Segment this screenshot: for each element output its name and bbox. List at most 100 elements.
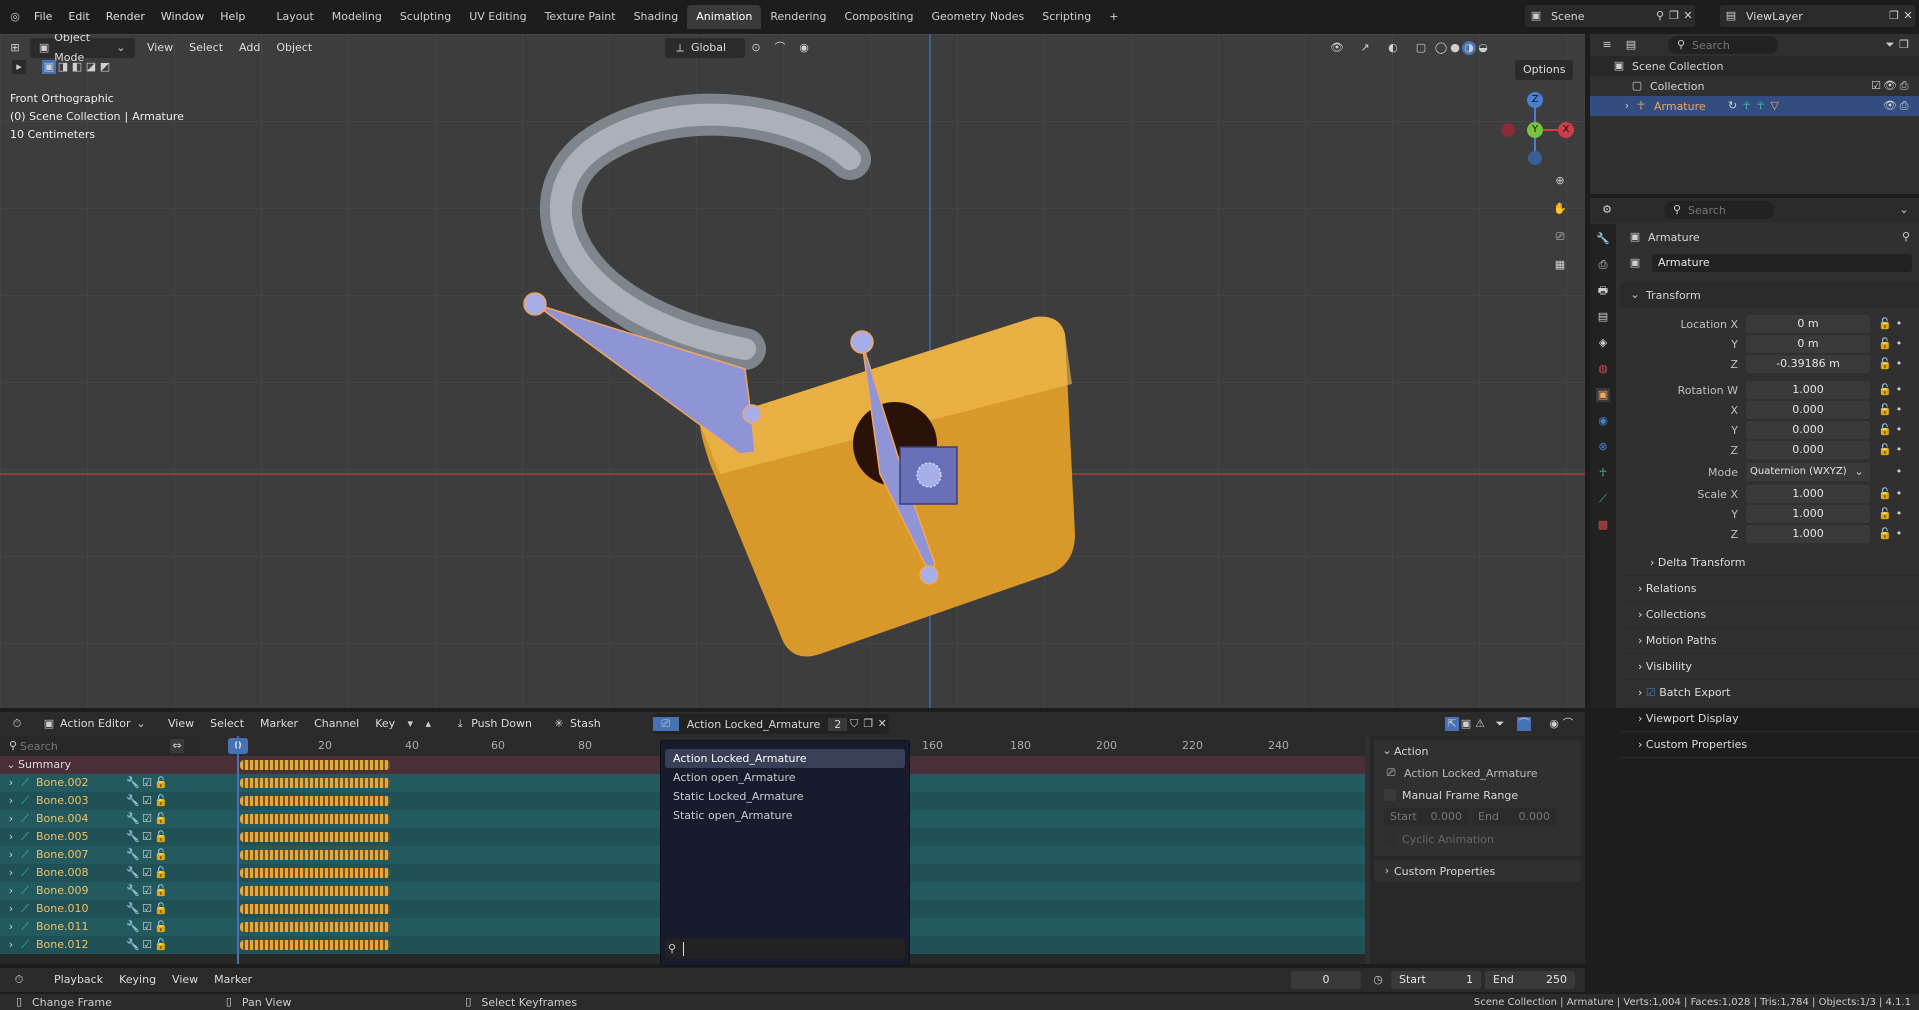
timeline-editor-icon[interactable]: ⏱ <box>12 973 26 987</box>
scale-x-field[interactable]: 1.000 <box>1746 485 1870 503</box>
lock-icon[interactable]: 🔓 <box>1878 443 1892 457</box>
wrench-icon[interactable]: 🔧 <box>126 830 140 844</box>
cyclic-row[interactable]: Cyclic Animation <box>1374 828 1581 850</box>
keyframe-dot-icon[interactable]: • <box>1892 465 1906 479</box>
tab-geometry-nodes[interactable]: Geometry Nodes <box>922 5 1033 29</box>
channel-row[interactable]: › ⟋ Bone.007 🔧 ☑ 🔓 <box>0 846 200 864</box>
lock-icon[interactable]: 🔓 <box>1878 337 1892 351</box>
keyframe-dot-icon[interactable]: • <box>1892 507 1906 521</box>
new-scene-icon[interactable]: ❐ <box>1667 9 1681 23</box>
new-collection-icon[interactable]: ❐ <box>1897 38 1911 52</box>
transform-orientation[interactable]: ⟂ Global <box>665 38 745 58</box>
grid-view-icon[interactable]: ▦ <box>1553 258 1567 272</box>
current-frame-field[interactable]: 0 <box>1291 971 1361 989</box>
summary-channel[interactable]: ⌄ Summary <box>0 756 200 774</box>
lock-icon[interactable]: 🔓 <box>154 902 168 916</box>
pivot-icon[interactable]: ⊙ <box>749 41 763 55</box>
wrench-icon[interactable]: 🔧 <box>126 866 140 880</box>
scale-y-field[interactable]: 1.000 <box>1746 505 1870 523</box>
pan-hand-icon[interactable]: ✋ <box>1553 202 1567 216</box>
render-icon[interactable]: ⎙ <box>1897 99 1911 113</box>
visibility-icon[interactable]: 👁 <box>1330 41 1344 55</box>
lock-icon[interactable]: 🔓 <box>1878 383 1892 397</box>
material-shading-icon[interactable]: ◑ <box>1462 41 1476 55</box>
tool-tab-icon[interactable]: 🔧 <box>1596 232 1610 246</box>
tab-scripting[interactable]: Scripting <box>1033 5 1100 29</box>
menu-render[interactable]: Render <box>98 5 153 29</box>
keyframe-dot-icon[interactable]: • <box>1892 527 1906 541</box>
select-subtract-icon[interactable]: ◧ <box>70 60 84 74</box>
mute-checkbox-icon[interactable]: ☑ <box>140 812 154 826</box>
ae-menu-key[interactable]: Key <box>367 712 403 736</box>
tab-texture-paint[interactable]: Texture Paint <box>536 5 625 29</box>
ae-menu-select[interactable]: Select <box>202 712 252 736</box>
menu-file[interactable]: File <box>26 5 60 29</box>
dropdown-action-item[interactable]: Action open_Armature <box>665 768 905 787</box>
location-z-field[interactable]: -0.39186 m <box>1746 355 1870 373</box>
motion-paths-section[interactable]: › Motion Paths <box>1620 628 1919 654</box>
ae-menu-view[interactable]: View <box>160 712 202 736</box>
lock-icon[interactable]: 🔓 <box>1878 317 1892 331</box>
channel-row[interactable]: › ⟋ Bone.009 🔧 ☑ 🔓 <box>0 882 200 900</box>
wrench-icon[interactable]: 🔧 <box>126 902 140 916</box>
viewlayer-selector[interactable]: ▤ ViewLayer ❐ ✕ <box>1720 5 1915 27</box>
channel-keyframes[interactable] <box>240 832 390 842</box>
action-browse-icon[interactable]: ⎚ <box>652 717 679 731</box>
dropdown-action-item[interactable]: Static open_Armature <box>665 806 905 825</box>
chevron-right-icon[interactable]: › <box>4 848 18 862</box>
chevron-right-icon[interactable]: › <box>4 902 18 916</box>
select-invert-icon[interactable]: ◪ <box>84 60 98 74</box>
wrench-icon[interactable]: 🔧 <box>126 794 140 808</box>
mute-checkbox-icon[interactable]: ☑ <box>140 938 154 952</box>
falloff-icon[interactable]: ⌒ <box>1561 717 1575 731</box>
tab-rendering[interactable]: Rendering <box>761 5 835 29</box>
lock-icon[interactable]: 🔓 <box>1878 423 1892 437</box>
options-button[interactable]: Options <box>1515 60 1574 80</box>
lock-icon[interactable]: 🔓 <box>154 830 168 844</box>
location-x-field[interactable]: 0 m <box>1746 315 1870 333</box>
new-viewlayer-icon[interactable]: ❐ <box>1887 9 1901 23</box>
range-end-field[interactable]: End 0.000 <box>1472 808 1556 826</box>
chevron-down-icon[interactable]: ⌄ <box>1897 203 1911 217</box>
tab-shading[interactable]: Shading <box>625 5 688 29</box>
scene-tab-icon[interactable]: ◈ <box>1596 336 1610 350</box>
add-workspace-icon[interactable]: + <box>1100 5 1127 29</box>
swap-icon[interactable]: ⇔ <box>170 739 184 753</box>
lock-icon[interactable]: 🔓 <box>154 776 168 790</box>
rotation-w-field[interactable]: 1.000 <box>1746 381 1870 399</box>
select-box-icon[interactable]: ▣ <box>42 60 56 74</box>
tree-collection[interactable]: ▢ Collection ☑ 👁 ⎙ <box>1590 76 1919 96</box>
fake-user-shield-icon[interactable]: ⛉ <box>847 717 861 731</box>
lock-icon[interactable]: 🔓 <box>154 920 168 934</box>
view-layer-tab-icon[interactable]: ▤ <box>1596 310 1610 324</box>
viewport-menu-select[interactable]: Select <box>181 36 231 60</box>
outliner-search[interactable]: ⚲ Search <box>1668 36 1778 54</box>
keyframe-dot-icon[interactable]: • <box>1892 443 1906 457</box>
channel-row[interactable]: › ⟋ Bone.008 🔧 ☑ 🔓 <box>0 864 200 882</box>
channel-row[interactable]: › ⟋ Bone.003 🔧 ☑ 🔓 <box>0 792 200 810</box>
wrench-icon[interactable]: 🔧 <box>126 938 140 952</box>
end-frame-field[interactable]: End 250 <box>1485 971 1575 989</box>
side-custom-properties[interactable]: › Custom Properties <box>1374 860 1581 882</box>
custom-properties-section[interactable]: › Custom Properties <box>1620 732 1919 758</box>
scene-selector[interactable]: ▣ Scene ⚲ ❐ ✕ <box>1525 5 1695 27</box>
pin-icon[interactable]: ⚲ <box>1899 230 1913 244</box>
expand-arrow-icon[interactable]: › <box>1620 99 1634 113</box>
keyframe-dot-icon[interactable]: • <box>1892 337 1906 351</box>
location-y-field[interactable]: 0 m <box>1746 335 1870 353</box>
outliner-search-input[interactable]: Search <box>1692 39 1730 52</box>
dropdown-action-item[interactable]: Static Locked_Armature <box>665 787 905 806</box>
summary-keyframes[interactable] <box>240 760 390 770</box>
chevron-right-icon[interactable]: › <box>4 830 18 844</box>
channel-keyframes[interactable] <box>240 796 390 806</box>
navigation-gizmo[interactable]: Z Y X <box>1495 90 1575 170</box>
chevron-right-icon[interactable]: › <box>4 884 18 898</box>
menu-help[interactable]: Help <box>212 5 253 29</box>
ae-menu-channel[interactable]: Channel <box>306 712 367 736</box>
viewport-display-section[interactable]: › Viewport Display <box>1620 706 1919 732</box>
transform-panel-header[interactable]: ⌄ Transform <box>1620 282 1919 308</box>
lock-icon[interactable]: 🔓 <box>154 884 168 898</box>
xray-icon[interactable]: ▢ <box>1414 41 1428 55</box>
keyframe-dot-icon[interactable]: • <box>1892 487 1906 501</box>
tab-sculpting[interactable]: Sculpting <box>391 5 460 29</box>
